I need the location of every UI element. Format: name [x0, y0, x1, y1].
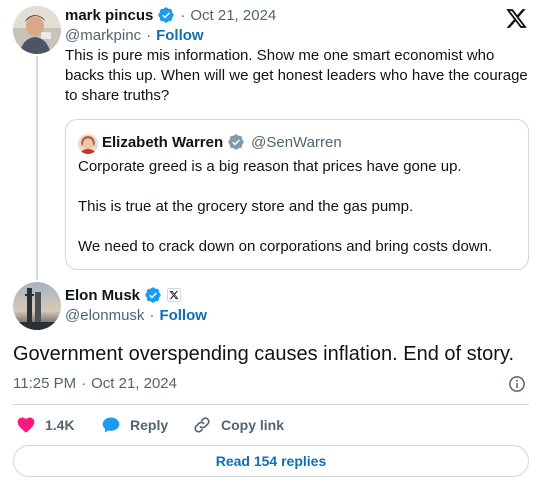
main-author-name[interactable]: Elon Musk — [65, 287, 140, 304]
main-author-row: Elon Musk — [65, 286, 182, 304]
verified-badge-icon — [227, 133, 245, 151]
main-handle-row: @elonmusk · Follow — [65, 307, 207, 324]
main-tweet-text: Government overspending causes inflation… — [13, 343, 515, 365]
quoted-paragraph-3: We need to crack down on corporations an… — [78, 238, 493, 255]
quoted-author-name: Elizabeth Warren — [102, 133, 224, 151]
speech-bubble-icon — [101, 415, 121, 435]
avatar-elizabeth-warren — [78, 134, 98, 154]
main-handle[interactable]: @elonmusk — [65, 307, 144, 324]
main-handle-separator: · — [149, 307, 155, 324]
main-meta-separator: · — [81, 375, 87, 392]
quoted-author-row: Elizabeth Warren @SenWarren — [102, 133, 342, 151]
reply-author-name[interactable]: mark pincus — [65, 7, 153, 24]
x-logo-icon[interactable] — [504, 7, 529, 30]
reply-label: Reply — [130, 417, 169, 433]
main-follow-link[interactable]: Follow — [159, 307, 207, 324]
main-time[interactable]: 11:25 PM — [13, 375, 76, 392]
info-icon[interactable] — [508, 375, 526, 393]
reply-separator: · — [180, 6, 186, 24]
like-button[interactable]: 1.4K — [16, 415, 75, 435]
read-replies-button[interactable]: Read 154 replies — [13, 445, 529, 477]
reply-text: This is pure mis information. Show me on… — [65, 47, 528, 104]
avatar-mark-pincus[interactable] — [13, 6, 61, 54]
thread-connector-line — [36, 56, 38, 280]
quoted-tweet-card[interactable]: Elizabeth Warren @SenWarren Corporate gr… — [65, 119, 529, 270]
link-icon — [192, 415, 212, 435]
reply-date[interactable]: Oct 21, 2024 — [190, 7, 276, 24]
like-count: 1.4K — [45, 417, 75, 433]
main-meta-row: 11:25 PM · Oct 21, 2024 — [13, 375, 177, 392]
verified-badge-icon — [157, 6, 175, 24]
quoted-paragraph-2: This is true at the grocery store and th… — [78, 198, 414, 215]
quoted-paragraph-1: Corporate greed is a big reason that pri… — [78, 158, 462, 175]
actions-divider — [13, 404, 529, 405]
reply-handle-row: @markpinc · Follow — [65, 27, 204, 44]
reply-handle-separator: · — [146, 27, 152, 44]
avatar-elon-musk[interactable] — [13, 282, 61, 330]
read-replies-label: Read 154 replies — [215, 453, 327, 469]
copy-link-button[interactable]: Copy link — [192, 415, 284, 435]
verified-badge-icon — [144, 286, 162, 304]
reply-author-row: mark pincus · Oct 21, 2024 — [65, 6, 276, 24]
reply-button[interactable]: Reply — [101, 415, 168, 435]
copy-link-label: Copy link — [221, 417, 285, 433]
quoted-handle: @SenWarren — [251, 133, 342, 151]
reply-follow-link[interactable]: Follow — [156, 27, 204, 44]
reply-handle[interactable]: @markpinc — [65, 27, 141, 44]
x-affiliate-badge-icon[interactable] — [167, 288, 182, 302]
heart-icon — [16, 415, 36, 435]
main-date[interactable]: Oct 21, 2024 — [91, 375, 177, 392]
